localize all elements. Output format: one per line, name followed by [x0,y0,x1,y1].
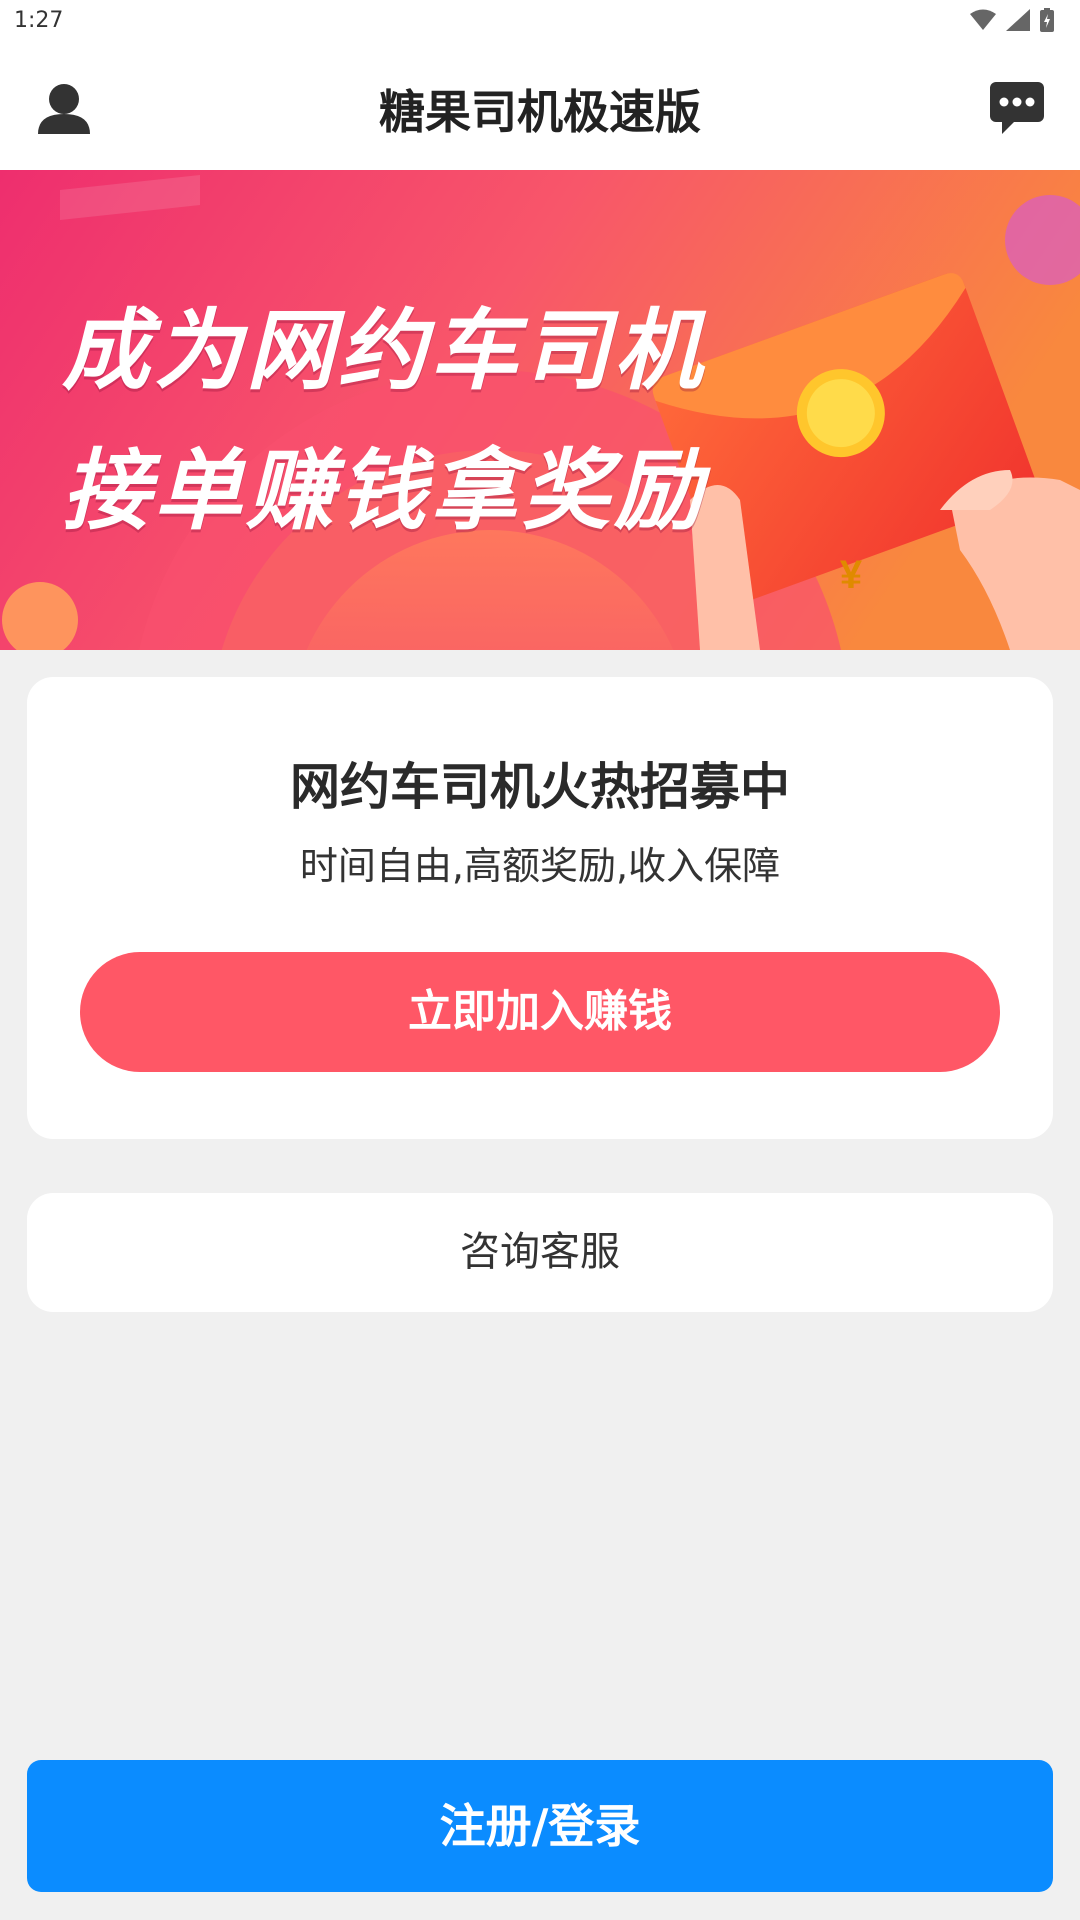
message-icon[interactable] [988,80,1046,136]
promo-banner[interactable]: ¥ 成为网约车司机 接单赚钱拿奖励 [0,170,1080,650]
register-login-button[interactable]: 注册/登录 [27,1760,1053,1892]
wifi-icon [970,9,996,30]
recruit-subtitle: 时间自由,高额奖励,收入保障 [299,844,781,888]
status-time: 1:27 [14,8,64,33]
battery-icon [1040,8,1054,32]
customer-service-button[interactable]: 咨询客服 [27,1193,1053,1312]
signal-icon [1006,9,1030,31]
status-bar: 1:27 [0,0,1080,44]
join-earn-button[interactable]: 立即加入赚钱 [80,952,1000,1072]
recruit-card: 网约车司机火热招募中 时间自由,高额奖励,收入保障 立即加入赚钱 [27,677,1053,1139]
customer-service-label: 咨询客服 [460,1229,620,1275]
banner-headline-1: 成为网约车司机 [62,299,707,402]
coin-symbol: ¥ [840,553,863,597]
banner-headline-2: 接单赚钱拿奖励 [62,439,707,542]
recruit-title: 网约车司机火热招募中 [290,758,790,816]
app-header: 糖果司机极速版 [0,44,1080,170]
banner-illustration: ¥ [0,170,1080,650]
status-icons [970,8,1054,32]
page-title: 糖果司机极速版 [379,85,701,139]
